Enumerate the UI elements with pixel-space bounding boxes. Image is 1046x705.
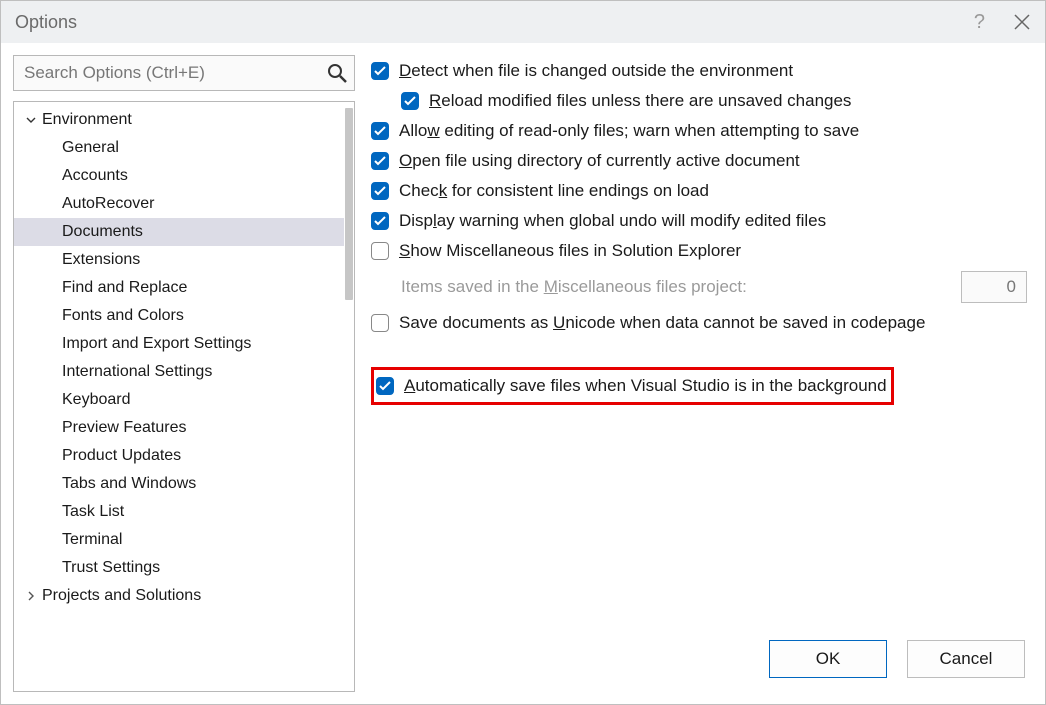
tree-node-find-and-replace[interactable]: Find and Replace — [14, 274, 344, 302]
search-input[interactable] — [13, 55, 355, 91]
tree-label: International Settings — [62, 363, 212, 381]
tree-node-fonts-and-colors[interactable]: Fonts and Colors — [14, 302, 344, 330]
left-column: Environment General Accounts AutoRecover Do… — [13, 55, 355, 692]
option-label: Save documents as Unicode when data cann… — [399, 313, 925, 333]
option-miscitems: Items saved in the Miscellaneous files p… — [401, 271, 1033, 303]
tree-node-import-and-export-settings[interactable]: Import and Export Settings — [14, 330, 344, 358]
tree-label: Extensions — [62, 251, 140, 269]
checkbox-checked-icon[interactable] — [376, 377, 394, 395]
titlebar: Options ? — [1, 1, 1045, 43]
checkbox-checked-icon[interactable] — [371, 182, 389, 200]
tree-node-tabs-and-windows[interactable]: Tabs and Windows — [14, 470, 344, 498]
window-title: Options — [15, 12, 974, 33]
option-reload[interactable]: Reload modified files unless there are u… — [371, 91, 1033, 111]
tree-node-preview-features[interactable]: Preview Features — [14, 414, 344, 442]
miscitems-value[interactable]: 0 — [961, 271, 1027, 303]
option-display[interactable]: Display warning when global undo will mo… — [371, 211, 1033, 231]
tree-node-general[interactable]: General — [14, 134, 344, 162]
tree-label: Task List — [62, 503, 124, 521]
tree-node-environment[interactable]: Environment — [14, 106, 344, 134]
checkbox-checked-icon[interactable] — [371, 152, 389, 170]
tree-label: Environment — [42, 111, 132, 129]
option-unicode[interactable]: Save documents as Unicode when data cann… — [371, 313, 1033, 333]
tree-label: Preview Features — [62, 419, 187, 437]
tree-label: Documents — [62, 223, 143, 241]
checkbox-checked-icon[interactable] — [401, 92, 419, 110]
tree-node-extensions[interactable]: Extensions — [14, 246, 344, 274]
checkbox-checked-icon[interactable] — [371, 212, 389, 230]
tree-node-terminal[interactable]: Terminal — [14, 526, 344, 554]
option-open[interactable]: Open file using directory of currently a… — [371, 151, 1033, 171]
tree-label: Projects and Solutions — [42, 587, 201, 605]
option-showmisc[interactable]: Show Miscellaneous files in Solution Exp… — [371, 241, 1033, 261]
tree-label: Tabs and Windows — [62, 475, 196, 493]
tree-label: Fonts and Colors — [62, 307, 184, 325]
option-autosave[interactable]: Automatically save files when Visual Stu… — [371, 367, 894, 405]
option-label: Open file using directory of currently a… — [399, 151, 800, 171]
tree-node-projects[interactable]: Projects and Solutions — [14, 582, 344, 610]
checkbox-unchecked-icon[interactable] — [371, 314, 389, 332]
search-wrap — [13, 55, 355, 91]
option-label: Automatically save files when Visual Stu… — [404, 376, 887, 396]
option-label: Show Miscellaneous files in Solution Exp… — [399, 241, 741, 261]
tree-node-trust-settings[interactable]: Trust Settings — [14, 554, 344, 582]
scrollbar-thumb[interactable] — [345, 108, 353, 300]
tree-label: Trust Settings — [62, 559, 160, 577]
tree-label: Keyboard — [62, 391, 131, 409]
right-column: Detect when file is changed outside the … — [371, 55, 1033, 692]
dialog-body: Environment General Accounts AutoRecover Do… — [1, 43, 1045, 704]
miscitems-label: Items saved in the Miscellaneous files p… — [401, 277, 961, 297]
caret-right-icon — [24, 591, 38, 601]
option-label: Reload modified files unless there are u… — [429, 91, 851, 111]
help-icon[interactable]: ? — [974, 11, 985, 34]
ok-button[interactable]: OK — [769, 640, 887, 678]
tree-label: Terminal — [62, 531, 122, 549]
option-check[interactable]: Check for consistent line endings on loa… — [371, 181, 1033, 201]
option-label: Detect when file is changed outside the … — [399, 61, 793, 81]
tree-node-task-list[interactable]: Task List — [14, 498, 344, 526]
tree-label: Accounts — [62, 167, 128, 185]
tree-label: Import and Export Settings — [62, 335, 251, 353]
tree-node-international-settings[interactable]: International Settings — [14, 358, 344, 386]
checkbox-checked-icon[interactable] — [371, 122, 389, 140]
tree-node-autorecover[interactable]: AutoRecover — [14, 190, 344, 218]
tree-node-keyboard[interactable]: Keyboard — [14, 386, 344, 414]
tree-node-product-updates[interactable]: Product Updates — [14, 442, 344, 470]
dialog-footer: OK Cancel — [371, 634, 1033, 692]
option-label: Display warning when global undo will mo… — [399, 211, 826, 231]
tree-label: General — [62, 139, 119, 157]
tree-label: AutoRecover — [62, 195, 155, 213]
option-detect[interactable]: Detect when file is changed outside the … — [371, 61, 1033, 81]
checkbox-unchecked-icon[interactable] — [371, 242, 389, 260]
options-list: Detect when file is changed outside the … — [371, 61, 1033, 634]
search-icon[interactable] — [327, 63, 347, 87]
cancel-button[interactable]: Cancel — [907, 640, 1025, 678]
tree-node-documents[interactable]: Documents — [14, 218, 344, 246]
checkbox-checked-icon[interactable] — [371, 62, 389, 80]
options-dialog: Options ? Environment — [0, 0, 1046, 705]
tree-node-accounts[interactable]: Accounts — [14, 162, 344, 190]
option-label: Allow editing of read-only files; warn w… — [399, 121, 859, 141]
category-tree: Environment General Accounts AutoRecover Do… — [13, 101, 355, 692]
tree-scroll[interactable]: Environment General Accounts AutoRecover Do… — [14, 102, 344, 691]
close-icon[interactable] — [1013, 13, 1031, 31]
tree-label: Find and Replace — [62, 279, 187, 297]
option-allow[interactable]: Allow editing of read-only files; warn w… — [371, 121, 1033, 141]
caret-down-icon — [24, 115, 38, 125]
option-label: Check for consistent line endings on loa… — [399, 181, 709, 201]
tree-label: Product Updates — [62, 447, 181, 465]
